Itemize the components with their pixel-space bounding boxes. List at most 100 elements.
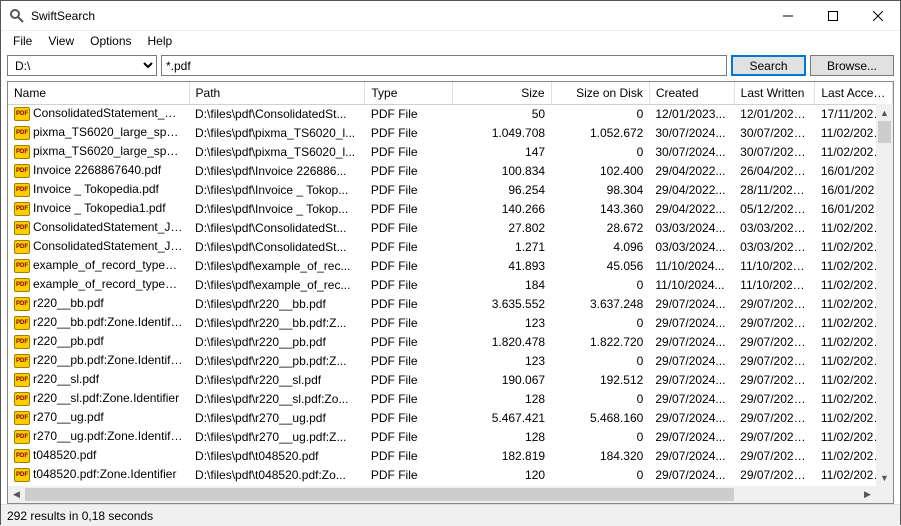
table-row[interactable]: PDFpixma_TS6020_large_spec_s...D:\files\… bbox=[8, 123, 893, 142]
file-written: 29/07/2024... bbox=[734, 313, 815, 332]
search-input[interactable] bbox=[161, 55, 727, 76]
pdf-icon: PDF bbox=[14, 145, 30, 159]
file-name: example_of_record_types40... bbox=[33, 258, 189, 272]
file-written: 29/07/2024... bbox=[734, 351, 815, 370]
pdf-icon: PDF bbox=[14, 240, 30, 254]
file-created: 30/07/2024... bbox=[649, 142, 734, 161]
file-written: 29/07/2024... bbox=[734, 427, 815, 446]
table-row[interactable]: PDFr220__bb.pdf:Zone.IdentifierD:\files\… bbox=[8, 313, 893, 332]
file-size: 120 bbox=[453, 465, 551, 484]
col-type[interactable]: Type bbox=[365, 82, 453, 104]
file-created: 29/07/2024... bbox=[649, 389, 734, 408]
file-type: PDF File bbox=[365, 446, 453, 465]
file-name: r220__pb.pdf bbox=[33, 334, 104, 348]
table-row[interactable]: PDFexample_of_record_types40...D:\files\… bbox=[8, 256, 893, 275]
menu-help[interactable]: Help bbox=[140, 32, 181, 50]
file-created: 29/07/2024... bbox=[649, 408, 734, 427]
file-size: 100.834 bbox=[453, 161, 551, 180]
table-row[interactable]: PDFr270__ug.pdfD:\files\pdf\r270__ug.pdf… bbox=[8, 408, 893, 427]
file-path: D:\files\pdf\r220__sl.pdf bbox=[189, 370, 365, 389]
file-path: D:\files\pdf\pixma_TS6020_l... bbox=[189, 123, 365, 142]
file-sizedisk: 0 bbox=[551, 427, 649, 446]
table-row[interactable]: PDFexample_of_record_types40...D:\files\… bbox=[8, 275, 893, 294]
file-name: example_of_record_types40... bbox=[33, 277, 189, 291]
minimize-button[interactable] bbox=[765, 1, 810, 30]
col-written[interactable]: Last Written bbox=[734, 82, 815, 104]
file-type: PDF File bbox=[365, 104, 453, 123]
pdf-icon: PDF bbox=[14, 278, 30, 292]
file-path: D:\files\pdf\ConsolidatedSt... bbox=[189, 104, 365, 123]
pdf-icon: PDF bbox=[14, 411, 30, 425]
file-path: D:\files\pdf\r220__pb.pdf bbox=[189, 332, 365, 351]
scroll-right-icon[interactable]: ▶ bbox=[859, 486, 876, 503]
file-type: PDF File bbox=[365, 275, 453, 294]
table-row[interactable]: PDFConsolidatedStatement_Ja...D:\files\p… bbox=[8, 218, 893, 237]
file-name: r220__sl.pdf:Zone.Identifier bbox=[33, 391, 179, 405]
file-written: 29/07/2024... bbox=[734, 370, 815, 389]
table-row[interactable]: PDFInvoice _ Tokopedia1.pdfD:\files\pdf\… bbox=[8, 199, 893, 218]
pdf-icon: PDF bbox=[14, 202, 30, 216]
statusbar: 292 results in 0,18 seconds bbox=[1, 504, 900, 526]
menu-view[interactable]: View bbox=[40, 32, 82, 50]
table-row[interactable]: PDFpixma_TS6020_large_spec_s...D:\files\… bbox=[8, 142, 893, 161]
col-accessed[interactable]: Last Access... bbox=[815, 82, 893, 104]
table-row[interactable]: PDFConsolidatedStatement_Ja...D:\files\p… bbox=[8, 237, 893, 256]
file-sizedisk: 28.672 bbox=[551, 218, 649, 237]
file-name: t048520.pdf bbox=[33, 448, 96, 462]
file-sizedisk: 1.822.720 bbox=[551, 332, 649, 351]
col-sizedisk[interactable]: Size on Disk bbox=[551, 82, 649, 104]
file-path: D:\files\pdf\r270__ug.pdf:Z... bbox=[189, 427, 365, 446]
scroll-left-icon[interactable]: ◀ bbox=[8, 486, 25, 503]
browse-button[interactable]: Browse... bbox=[810, 55, 894, 76]
file-type: PDF File bbox=[365, 142, 453, 161]
close-button[interactable] bbox=[855, 1, 900, 30]
file-sizedisk: 0 bbox=[551, 465, 649, 484]
file-written: 03/03/2024... bbox=[734, 218, 815, 237]
table-row[interactable]: PDFr220__pb.pdfD:\files\pdf\r220__pb.pdf… bbox=[8, 332, 893, 351]
menubar: File View Options Help bbox=[1, 31, 900, 51]
table-row[interactable]: PDFr220__sl.pdf:Zone.IdentifierD:\files\… bbox=[8, 389, 893, 408]
table-row[interactable]: PDFInvoice _ Tokopedia.pdfD:\files\pdf\I… bbox=[8, 180, 893, 199]
file-size: 50 bbox=[453, 104, 551, 123]
table-row[interactable]: PDFInvoice 2268867640.pdfD:\files\pdf\In… bbox=[8, 161, 893, 180]
file-type: PDF File bbox=[365, 237, 453, 256]
file-name: r270__ug.pdf:Zone.Identifier bbox=[33, 429, 184, 443]
scroll-corner bbox=[876, 486, 893, 503]
file-created: 29/07/2024... bbox=[649, 370, 734, 389]
file-written: 28/11/2021... bbox=[734, 180, 815, 199]
table-row[interactable]: PDFt048520.pdfD:\files\pdf\t048520.pdfPD… bbox=[8, 446, 893, 465]
file-name: Invoice _ Tokopedia.pdf bbox=[33, 182, 159, 196]
menu-options[interactable]: Options bbox=[82, 32, 139, 50]
menu-file[interactable]: File bbox=[5, 32, 40, 50]
file-created: 29/07/2024... bbox=[649, 332, 734, 351]
horizontal-scrollbar[interactable]: ◀ ▶ bbox=[8, 486, 876, 503]
file-path: D:\files\pdf\ConsolidatedSt... bbox=[189, 237, 365, 256]
file-written: 05/12/2021... bbox=[734, 199, 815, 218]
maximize-button[interactable] bbox=[810, 1, 855, 30]
file-created: 29/07/2024... bbox=[649, 313, 734, 332]
col-path[interactable]: Path bbox=[189, 82, 365, 104]
file-sizedisk: 192.512 bbox=[551, 370, 649, 389]
col-created[interactable]: Created bbox=[649, 82, 734, 104]
scroll-up-icon[interactable]: ▲ bbox=[876, 104, 893, 121]
file-created: 30/07/2024... bbox=[649, 123, 734, 142]
table-row[interactable]: PDFConsolidatedStatement_No...D:\files\p… bbox=[8, 104, 893, 123]
table-row[interactable]: PDFr220__sl.pdfD:\files\pdf\r220__sl.pdf… bbox=[8, 370, 893, 389]
scroll-down-icon[interactable]: ▼ bbox=[876, 469, 893, 486]
file-size: 96.254 bbox=[453, 180, 551, 199]
app-icon bbox=[9, 8, 25, 24]
table-row[interactable]: PDFt048520.pdf:Zone.IdentifierD:\files\p… bbox=[8, 465, 893, 484]
file-sizedisk: 102.400 bbox=[551, 161, 649, 180]
pdf-icon: PDF bbox=[14, 297, 30, 311]
file-sizedisk: 0 bbox=[551, 313, 649, 332]
col-name[interactable]: Name bbox=[8, 82, 189, 104]
table-row[interactable]: PDFr220__pb.pdf:Zone.IdentifierD:\files\… bbox=[8, 351, 893, 370]
col-size[interactable]: Size bbox=[453, 82, 551, 104]
search-button[interactable]: Search bbox=[731, 55, 806, 76]
file-created: 29/07/2024... bbox=[649, 427, 734, 446]
file-path: D:\files\pdf\Invoice _ Tokop... bbox=[189, 180, 365, 199]
table-row[interactable]: PDFr270__ug.pdf:Zone.IdentifierD:\files\… bbox=[8, 427, 893, 446]
vertical-scrollbar[interactable]: ▲ ▼ bbox=[876, 104, 893, 486]
table-row[interactable]: PDFr220__bb.pdfD:\files\pdf\r220__bb.pdf… bbox=[8, 294, 893, 313]
drive-select[interactable]: D:\ bbox=[7, 55, 157, 76]
